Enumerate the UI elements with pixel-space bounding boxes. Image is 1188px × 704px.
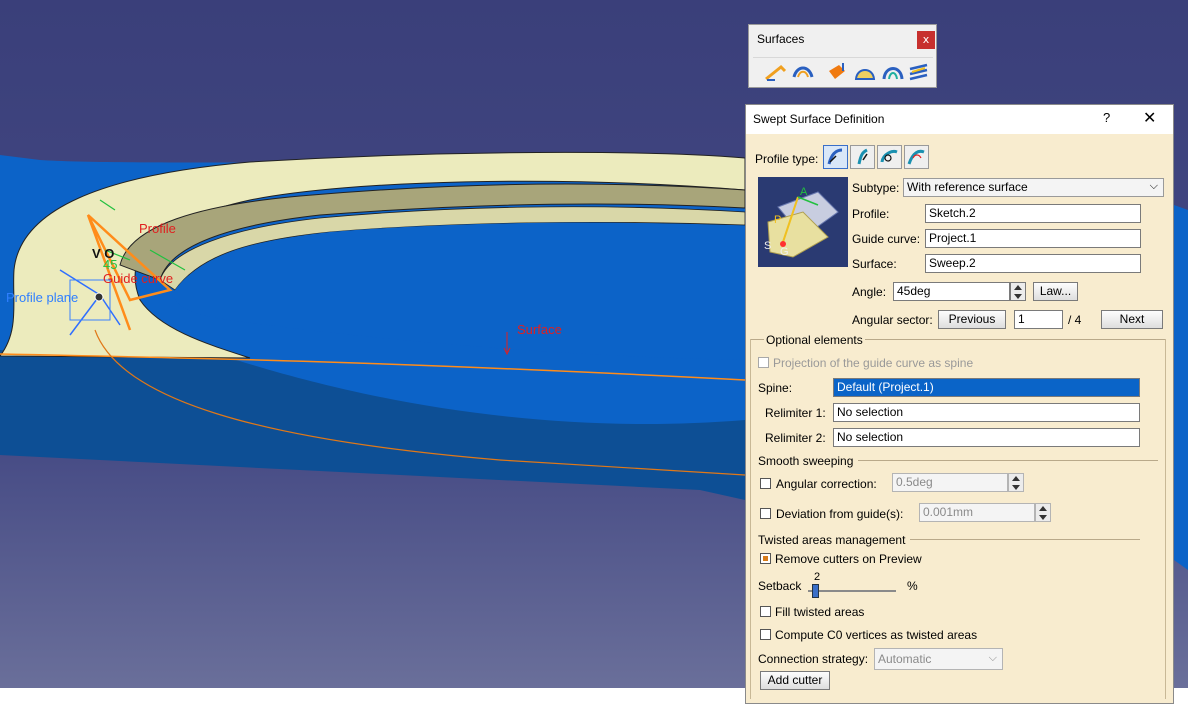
next-button[interactable]: Next — [1101, 310, 1163, 329]
line-profile-icon[interactable] — [850, 145, 875, 169]
guide-curve-label: Guide curve — [103, 271, 174, 286]
surface-input[interactable]: Sweep.2 — [925, 254, 1141, 273]
spine-input[interactable]: Default (Project.1) — [833, 378, 1140, 397]
connection-strategy-select[interactable]: Automatic ⌵ — [874, 648, 1003, 670]
illus-s: S — [764, 240, 771, 252]
remove-cutters-label: Remove cutters on Preview — [775, 552, 922, 566]
chevron-down-icon: ⌵ — [988, 652, 997, 664]
connection-strategy-label: Connection strategy: — [758, 652, 869, 666]
setback-unit: % — [907, 579, 918, 593]
angular-sector-label: Angular sector: — [852, 313, 933, 327]
smooth-sweeping-title: Smooth sweeping — [758, 454, 854, 468]
circle-profile-icon[interactable] — [877, 145, 902, 169]
angular-correction-checkbox[interactable] — [760, 478, 771, 489]
offset-icon[interactable] — [791, 61, 815, 83]
smooth-sweeping-divider — [858, 460, 1158, 461]
optional-elements-title: Optional elements — [764, 333, 865, 347]
close-button[interactable]: ✕ — [1143, 108, 1156, 128]
spine-label: Spine: — [758, 381, 793, 395]
angular-correction-label: Angular correction: — [776, 477, 877, 491]
projection-label: Projection of the guide curve as spine — [773, 356, 974, 370]
illus-p: P — [774, 214, 781, 226]
setback-value: 2 — [814, 571, 821, 583]
chevron-down-icon: ⌵ — [1149, 180, 1158, 192]
angle-input[interactable]: 45deg — [893, 282, 1010, 301]
compute-c0-label: Compute C0 vertices as twisted areas — [775, 628, 978, 642]
sweep-icon[interactable] — [763, 61, 787, 83]
deviation-input[interactable]: 0.001mm — [919, 503, 1035, 522]
fill-twisted-checkbox[interactable] — [760, 606, 771, 617]
illus-g: G — [780, 246, 789, 258]
relimiter1-label: Relimiter 1: — [765, 406, 826, 420]
guide-curve-field-label: Guide curve: — [852, 232, 921, 246]
subtype-select[interactable]: With reference surface ⌵ — [903, 178, 1164, 197]
law-button[interactable]: Law... — [1033, 282, 1078, 301]
projection-checkbox[interactable] — [758, 357, 769, 368]
subtype-label: Subtype: — [852, 181, 900, 195]
twisted-areas-divider — [910, 539, 1140, 540]
profile-plane-label: Profile plane — [6, 290, 79, 305]
toolbar-close-button[interactable]: x — [917, 31, 935, 49]
twisted-areas-title: Twisted areas management — [758, 533, 906, 547]
help-button[interactable]: ? — [1103, 110, 1110, 125]
profile-label: Profile — [139, 221, 176, 236]
conic-profile-icon[interactable] — [904, 145, 929, 169]
fill-twisted-label: Fill twisted areas — [775, 605, 865, 619]
sector-input[interactable]: 1 — [1014, 310, 1063, 329]
guide-curve-input[interactable]: Project.1 — [925, 229, 1141, 248]
explicit-profile-icon[interactable] — [823, 145, 848, 169]
relimiter1-input[interactable]: No selection — [833, 403, 1140, 422]
extrude-icon[interactable] — [825, 61, 849, 83]
surfaces-toolbar[interactable]: Surfaces x — [748, 24, 937, 88]
sweep-illustration: A P S G — [758, 177, 848, 267]
setback-label: Setback — [758, 579, 802, 593]
surface-field-label: Surface: — [852, 257, 897, 271]
multi-section-icon[interactable] — [907, 61, 931, 83]
relimiter2-input[interactable]: No selection — [833, 428, 1140, 447]
blend-icon[interactable] — [881, 61, 905, 83]
angle-spinner[interactable] — [1010, 282, 1026, 301]
angle-field-label: Angle: — [852, 285, 887, 299]
previous-button[interactable]: Previous — [938, 310, 1006, 329]
angular-correction-input[interactable]: 0.5deg — [892, 473, 1008, 492]
surface-label: Surface — [517, 322, 562, 337]
connection-strategy-value: Automatic — [878, 652, 932, 666]
fill-icon[interactable] — [853, 61, 877, 83]
illus-a: A — [800, 186, 808, 198]
add-cutter-button[interactable]: Add cutter — [760, 671, 830, 690]
toolbar-title: Surfaces — [757, 32, 805, 46]
dialog-titlebar[interactable]: Swept Surface Definition ? ✕ — [746, 105, 1173, 134]
compute-c0-checkbox[interactable] — [760, 629, 771, 640]
sector-total: / 4 — [1068, 313, 1082, 327]
setback-slider-track[interactable] — [808, 584, 896, 598]
angular-correction-spinner[interactable] — [1008, 473, 1024, 492]
relimiter2-label: Relimiter 2: — [765, 431, 826, 445]
subtype-value: With reference surface — [907, 180, 1028, 194]
dialog-title: Swept Surface Definition — [753, 112, 885, 126]
profile-input[interactable]: Sketch.2 — [925, 204, 1141, 223]
deviation-label: Deviation from guide(s): — [776, 507, 904, 521]
toolbar-icons — [753, 57, 933, 86]
vo-label: V O — [92, 246, 115, 261]
setback-slider-thumb[interactable] — [812, 584, 819, 598]
profile-type-label: Profile type: — [755, 152, 819, 166]
deviation-spinner[interactable] — [1035, 503, 1051, 522]
profile-field-label: Profile: — [852, 207, 890, 221]
swept-surface-dialog: Swept Surface Definition ? ✕ Profile typ… — [745, 104, 1174, 704]
deviation-checkbox[interactable] — [760, 508, 771, 519]
remove-cutters-checkbox[interactable] — [760, 553, 771, 564]
